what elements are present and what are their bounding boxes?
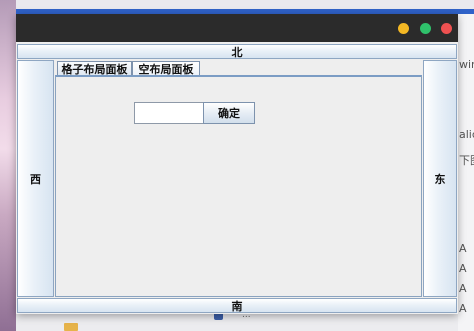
title-bar[interactable] xyxy=(16,14,458,42)
south-button[interactable]: 南 xyxy=(17,298,457,313)
west-button[interactable]: 西 xyxy=(17,60,54,297)
background-window-right: win alic 下图 A A A A xyxy=(458,14,474,331)
background-text: 下图 xyxy=(459,154,474,167)
background-text: alic xyxy=(459,128,474,141)
text-field[interactable] xyxy=(134,102,204,124)
east-button[interactable]: 东 xyxy=(423,60,457,297)
content-pane: 北 西 东 南 格子布局面板 空布局面板 确定 xyxy=(16,42,458,314)
tab-grid-layout-panel[interactable]: 格子布局面板 xyxy=(57,61,132,76)
desktop-wallpaper xyxy=(0,0,16,331)
maximize-button[interactable] xyxy=(420,23,431,34)
background-text: A xyxy=(459,242,467,255)
tab-null-layout-panel[interactable]: 空布局面板 xyxy=(132,61,200,76)
north-button[interactable]: 北 xyxy=(17,44,457,59)
background-text: A xyxy=(459,262,467,275)
background-text: win xyxy=(459,58,474,71)
folder-icon xyxy=(64,323,78,331)
close-button[interactable] xyxy=(441,23,452,34)
background-window-top xyxy=(16,0,474,14)
confirm-button[interactable]: 确定 xyxy=(203,102,255,124)
null-layout-panel: 确定 xyxy=(55,75,422,297)
background-text: A xyxy=(459,282,467,295)
tabbed-pane: 格子布局面板 空布局面板 确定 xyxy=(55,60,422,297)
minimize-button[interactable] xyxy=(398,23,409,34)
background-text: A xyxy=(459,302,467,315)
app-window: 北 西 东 南 格子布局面板 空布局面板 确定 xyxy=(16,14,458,314)
